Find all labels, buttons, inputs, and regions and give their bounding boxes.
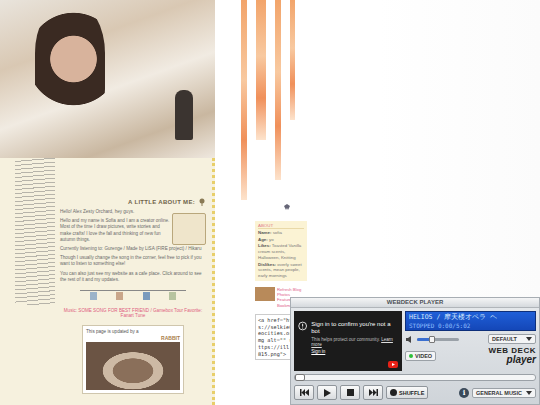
sign-in-link[interactable]: Sign in bbox=[311, 349, 398, 354]
shuffle-button[interactable]: SHUFFLE bbox=[386, 386, 428, 399]
about-heading: A LITTLE ABOUT ME: bbox=[60, 198, 206, 206]
track-title: HELIOS / 摩天楼オペラ ヘ bbox=[409, 313, 532, 322]
notice-body: This helps protect our community. Learn … bbox=[311, 337, 398, 347]
next-button[interactable] bbox=[363, 385, 383, 400]
next-icon bbox=[369, 389, 378, 396]
webdeck-player: WEBDECK PLAYER Sign in to confirm you're… bbox=[290, 297, 540, 405]
play-button[interactable] bbox=[317, 385, 337, 400]
header-image bbox=[0, 0, 215, 158]
music-link[interactable]: Music: SOME SONG FOR BEST FRIEND / Gameb… bbox=[60, 308, 206, 318]
page: A LITTLE ABOUT ME: Hello! Alex Zesty Orc… bbox=[0, 0, 540, 405]
track-display: HELIOS / 摩天楼オペラ ヘ STOPPED 0:00/5:02 bbox=[405, 311, 536, 331]
hanging-photo bbox=[116, 292, 123, 300]
previous-button[interactable] bbox=[294, 385, 314, 400]
left-column: A LITTLE ABOUT ME: Hello! Alex Zesty Orc… bbox=[0, 0, 215, 405]
notice-title: Sign in to confirm you're not a bot bbox=[311, 321, 398, 335]
preset-dropdown[interactable]: DEFAULT bbox=[488, 334, 536, 344]
profile-row: Age: yo bbox=[258, 237, 304, 243]
chevron-down-icon bbox=[526, 391, 532, 395]
about-paragraph: You can also just see my website as a ca… bbox=[60, 271, 206, 283]
about-paragraph: Currently listening to: Gurenge / Made b… bbox=[60, 246, 206, 252]
profile-heading: ABOUT bbox=[258, 223, 304, 229]
hanging-photo bbox=[143, 292, 150, 300]
profile-row: Likes: Toasted Vanilla cream scents, Hal… bbox=[258, 243, 304, 260]
updated-caption: This page is updated by a bbox=[86, 329, 180, 334]
info-button[interactable]: i bbox=[459, 388, 469, 398]
profile-row: Name: sofia bbox=[258, 230, 304, 236]
profile-box: ABOUT Name: sofiaAge: yoLikes: Toasted V… bbox=[255, 221, 307, 281]
play-icon bbox=[324, 389, 331, 397]
portrait-picture bbox=[35, 5, 105, 125]
profile-row: Dislikes: overly sweet scents, mean peop… bbox=[258, 262, 304, 279]
blog-link[interactable]: Refresh Blog Photos bbox=[277, 287, 309, 298]
rabbit-picture bbox=[86, 342, 180, 390]
figure-picture bbox=[175, 90, 193, 140]
hanging-photo bbox=[90, 292, 97, 300]
volume-slider[interactable] bbox=[417, 338, 459, 341]
scribble-strip bbox=[15, 158, 55, 305]
about-paragraph: Though I usually change the song in the … bbox=[60, 255, 206, 267]
webdeck-logo: WEB DECK player bbox=[488, 347, 536, 365]
blog-thumbnail bbox=[255, 287, 275, 301]
track-status: STOPPED 0:00/5:02 bbox=[409, 322, 532, 329]
lower-area: A LITTLE ABOUT ME: Hello! Alex Zesty Orc… bbox=[0, 158, 215, 405]
stop-icon bbox=[347, 389, 354, 396]
paper-streaks bbox=[237, 0, 316, 200]
hanging-photo bbox=[169, 292, 176, 300]
youtube-icon[interactable] bbox=[388, 361, 398, 368]
previous-icon bbox=[300, 389, 309, 396]
seek-bar[interactable] bbox=[294, 374, 536, 381]
clothesline bbox=[80, 290, 186, 305]
video-area: Sign in to confirm you're not a bot This… bbox=[294, 311, 402, 371]
butterfly-icon bbox=[283, 203, 291, 211]
about-body: Hello! Alex Zesty Orchard, hey guys.Hell… bbox=[60, 209, 206, 394]
welcome-sign-picture bbox=[172, 213, 206, 245]
video-toggle[interactable]: VIDEO bbox=[405, 351, 436, 361]
alert-icon bbox=[298, 321, 307, 331]
shuffle-icon bbox=[390, 389, 397, 396]
chevron-down-icon bbox=[526, 337, 532, 341]
stop-button[interactable] bbox=[340, 385, 360, 400]
updated-box: This page is updated by a RABBIT bbox=[82, 325, 184, 394]
about-panel: A LITTLE ABOUT ME: Hello! Alex Zesty Orc… bbox=[58, 158, 215, 405]
playlist-dropdown[interactable]: GENERAL MUSIC bbox=[472, 388, 536, 398]
updated-name: RABBIT bbox=[86, 335, 180, 341]
player-title: WEBDECK PLAYER bbox=[291, 298, 539, 308]
speaker-icon[interactable] bbox=[405, 335, 414, 344]
pin-icon bbox=[198, 198, 206, 206]
learn-more-link[interactable]: Learn more bbox=[311, 337, 393, 347]
